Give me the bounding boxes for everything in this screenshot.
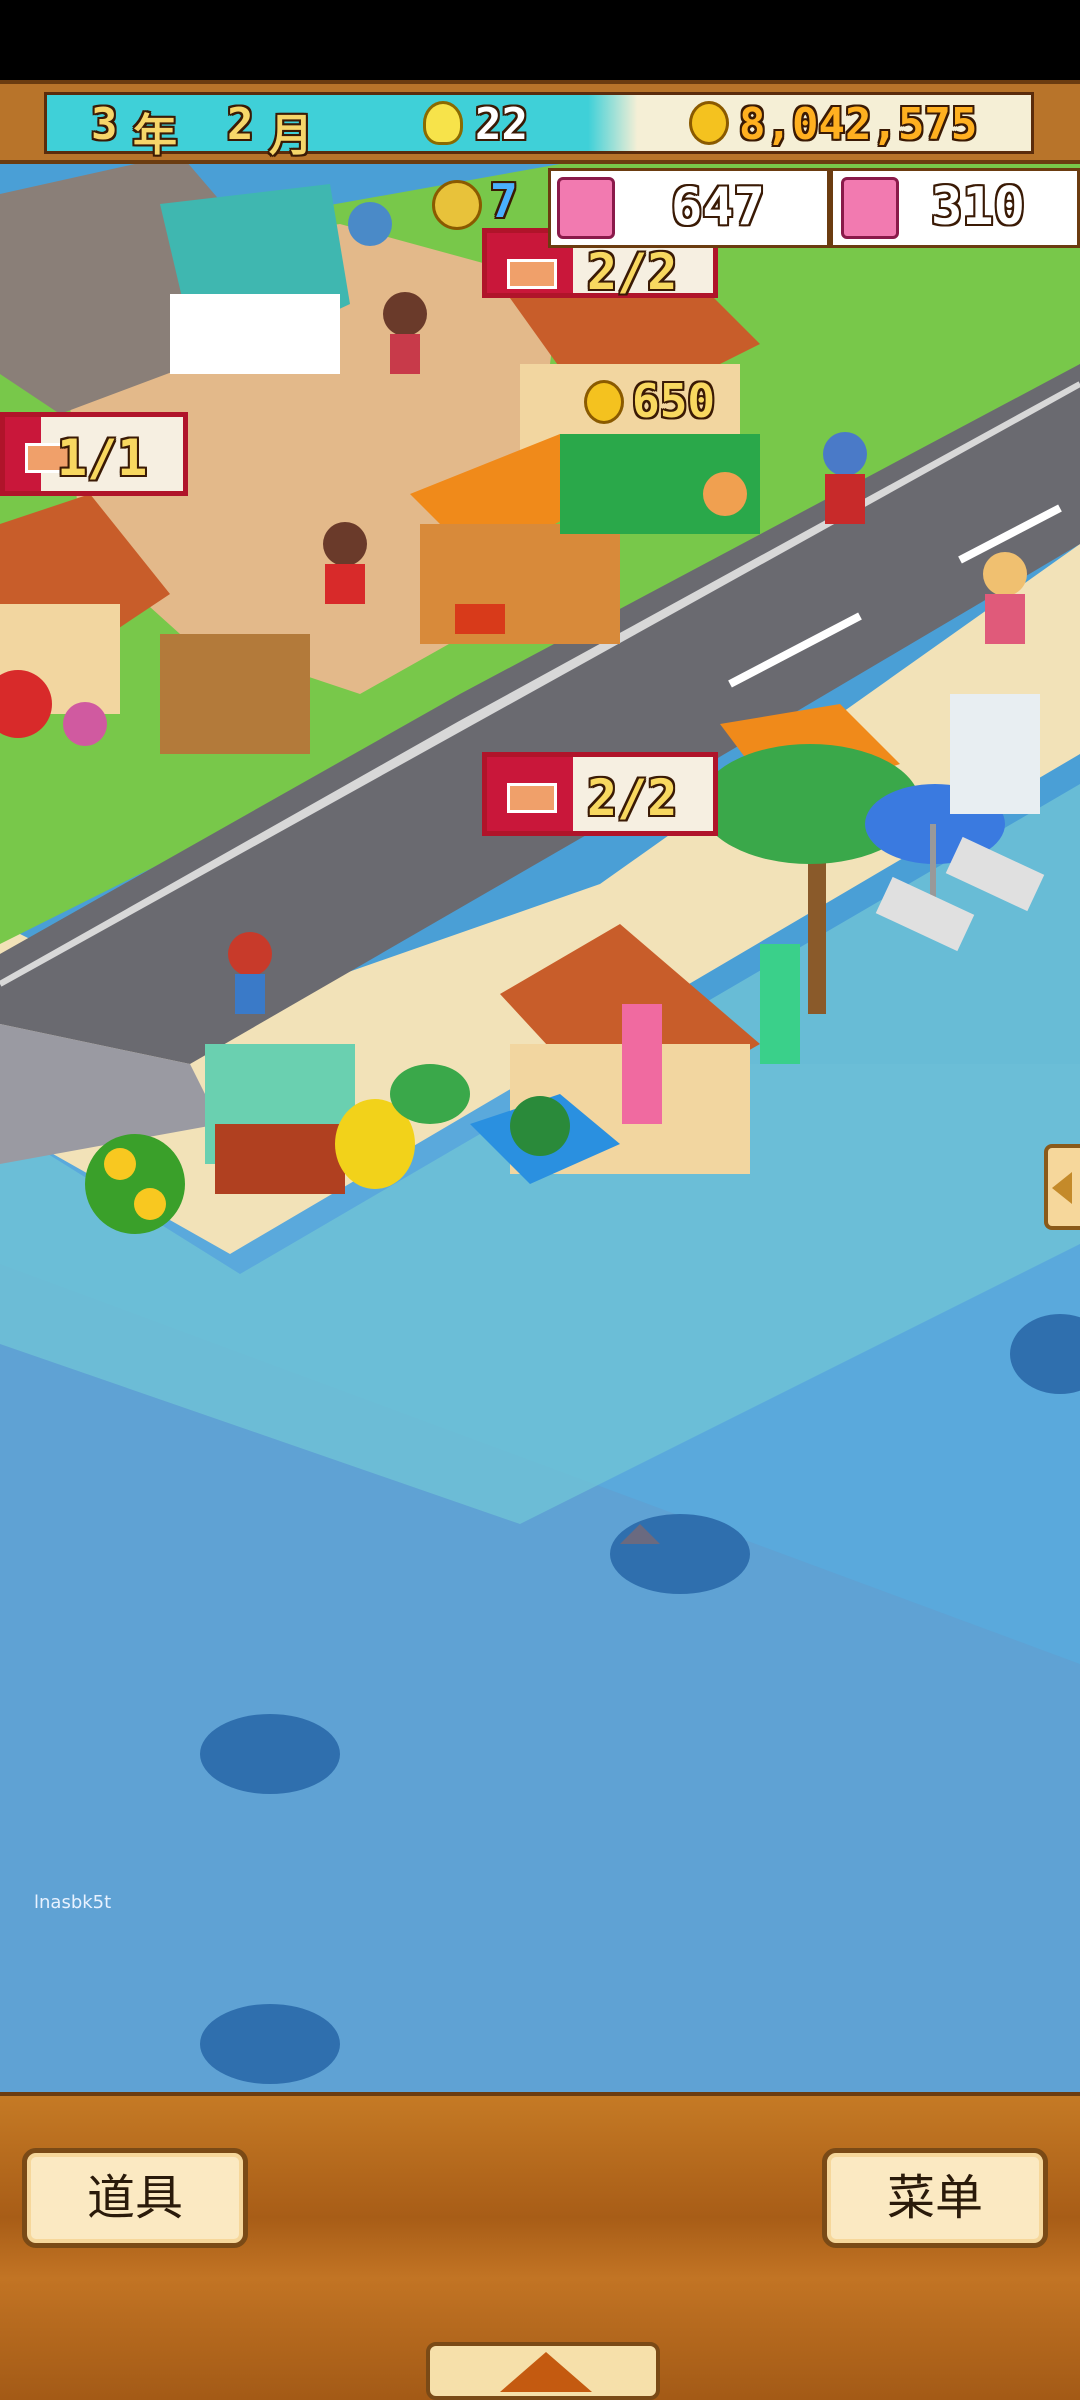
stall-left xyxy=(160,634,310,754)
hearts-value: 647 xyxy=(671,177,765,237)
room-occupancy-top-text: 2/2 xyxy=(587,243,678,301)
coin-icon xyxy=(689,101,729,145)
medal-icon xyxy=(432,180,482,230)
year-number: 3 xyxy=(91,99,118,150)
month-label: 月 xyxy=(269,110,313,161)
idea-points: 22 xyxy=(475,99,528,150)
water-drop-icon xyxy=(841,177,899,239)
bulb-icon xyxy=(423,101,463,145)
system-status-bar xyxy=(0,0,1080,80)
room-occupancy-middle-text: 2/2 xyxy=(587,769,678,827)
medal-count: 7 xyxy=(490,174,518,228)
beach-stall xyxy=(205,1044,355,1194)
coin-icon xyxy=(584,380,624,424)
coin-income-text: 650 xyxy=(632,374,716,428)
menu-button[interactable]: 菜单 xyxy=(822,2148,1048,2248)
month-number: 2 xyxy=(227,99,254,150)
stats-panel: 647 310 xyxy=(548,168,1080,248)
watermark-text: lnasbk5t xyxy=(34,1892,112,1913)
bed-icon xyxy=(5,417,75,491)
stats-divider xyxy=(827,171,833,245)
bed-icon xyxy=(487,757,573,831)
room-occupancy-left-text: 1/1 xyxy=(57,429,148,487)
room-occupancy-left[interactable]: 1/1 xyxy=(0,412,188,496)
side-panel-tab[interactable] xyxy=(1044,1144,1080,1230)
items-button[interactable]: 道具 xyxy=(22,2148,248,2248)
resort-map[interactable]: 2/2 1/1 2/2 650 lnasbk5t xyxy=(0,164,1080,2092)
expand-arrow-button[interactable] xyxy=(426,2342,660,2400)
gold-amount: 8,042,575 xyxy=(739,99,978,150)
year-label: 年 xyxy=(133,110,177,161)
top-hud: 3 年 2 月 22 8,042,575 xyxy=(0,80,1080,164)
medal-counter: 7 xyxy=(432,174,542,234)
water-value: 310 xyxy=(931,177,1025,237)
heart-icon xyxy=(557,177,615,239)
coin-income-popup: 650 xyxy=(584,374,754,434)
room-occupancy-middle[interactable]: 2/2 xyxy=(482,752,718,836)
hud-panel: 3 年 2 月 22 8,042,575 xyxy=(44,92,1034,161)
